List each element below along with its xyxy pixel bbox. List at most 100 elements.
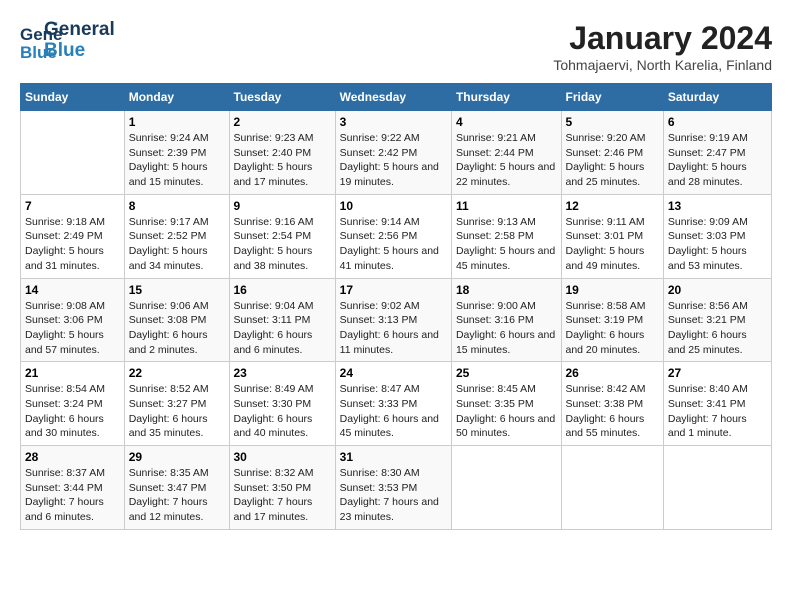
day-info: Sunrise: 9:17 AMSunset: 2:52 PMDaylight:… (129, 216, 209, 272)
calendar-week-row: 28 Sunrise: 8:37 AMSunset: 3:44 PMDayligh… (21, 446, 772, 530)
calendar-cell: 31 Sunrise: 8:30 AMSunset: 3:53 PMDayligh… (335, 446, 451, 530)
day-number: 4 (456, 115, 557, 129)
calendar-cell: 11 Sunrise: 9:13 AMSunset: 2:58 PMDayligh… (451, 194, 561, 278)
calendar-day-header: Saturday (663, 84, 771, 111)
calendar-body: 1 Sunrise: 9:24 AMSunset: 2:39 PMDaylight… (21, 111, 772, 530)
day-number: 8 (129, 199, 225, 213)
calendar-cell: 7Sunrise: 9:18 AMSunset: 2:49 PMDaylight… (21, 194, 125, 278)
calendar-cell: 13 Sunrise: 9:09 AMSunset: 3:03 PMDayligh… (663, 194, 771, 278)
calendar-cell: 25 Sunrise: 8:45 AMSunset: 3:35 PMDayligh… (451, 362, 561, 446)
calendar-cell: 17Sunrise: 9:02 AMSunset: 3:13 PMDayligh… (335, 278, 451, 362)
calendar-cell: 9 Sunrise: 9:16 AMSunset: 2:54 PMDaylight… (229, 194, 335, 278)
day-number: 13 (668, 199, 767, 213)
calendar-cell: 5 Sunrise: 9:20 AMSunset: 2:46 PMDaylight… (561, 111, 663, 195)
day-number: 22 (129, 366, 225, 380)
day-number: 31 (340, 450, 447, 464)
day-info: Sunrise: 8:37 AMSunset: 3:44 PMDaylight:… (25, 467, 105, 523)
day-info: Sunrise: 8:56 AMSunset: 3:21 PMDaylight:… (668, 300, 748, 356)
day-info: Sunrise: 9:19 AMSunset: 2:47 PMDaylight:… (668, 132, 748, 188)
day-number: 29 (129, 450, 225, 464)
day-number: 28 (25, 450, 120, 464)
day-number: 21 (25, 366, 120, 380)
day-info: Sunrise: 8:30 AMSunset: 3:53 PMDaylight:… (340, 467, 439, 523)
calendar-cell: 18Sunrise: 9:00 AMSunset: 3:16 PMDayligh… (451, 278, 561, 362)
day-info: Sunrise: 8:47 AMSunset: 3:33 PMDaylight:… (340, 383, 439, 439)
calendar-week-row: 21Sunrise: 8:54 AMSunset: 3:24 PMDayligh… (21, 362, 772, 446)
logo-general-text: General (44, 20, 115, 41)
day-number: 20 (668, 283, 767, 297)
calendar-cell: 12Sunrise: 9:11 AMSunset: 3:01 PMDayligh… (561, 194, 663, 278)
day-number: 19 (566, 283, 659, 297)
logo: General Blue General Blue (20, 20, 115, 62)
day-info: Sunrise: 9:09 AMSunset: 3:03 PMDaylight:… (668, 216, 748, 272)
page-title: January 2024 (553, 20, 772, 57)
calendar-cell: 10Sunrise: 9:14 AMSunset: 2:56 PMDayligh… (335, 194, 451, 278)
calendar-cell: 29 Sunrise: 8:35 AMSunset: 3:47 PMDayligh… (124, 446, 229, 530)
day-info: Sunrise: 8:49 AMSunset: 3:30 PMDaylight:… (234, 383, 314, 439)
day-number: 15 (129, 283, 225, 297)
day-number: 25 (456, 366, 557, 380)
day-number: 9 (234, 199, 331, 213)
day-info: Sunrise: 9:08 AMSunset: 3:06 PMDaylight:… (25, 300, 105, 356)
calendar-day-header: Tuesday (229, 84, 335, 111)
day-number: 14 (25, 283, 120, 297)
calendar-cell (561, 446, 663, 530)
calendar-day-header: Sunday (21, 84, 125, 111)
day-info: Sunrise: 9:00 AMSunset: 3:16 PMDaylight:… (456, 300, 555, 356)
day-info: Sunrise: 9:24 AMSunset: 2:39 PMDaylight:… (129, 132, 209, 188)
day-number: 3 (340, 115, 447, 129)
calendar-cell (451, 446, 561, 530)
day-info: Sunrise: 9:20 AMSunset: 2:46 PMDaylight:… (566, 132, 646, 188)
calendar-cell: 4 Sunrise: 9:21 AMSunset: 2:44 PMDaylight… (451, 111, 561, 195)
calendar-cell: 28 Sunrise: 8:37 AMSunset: 3:44 PMDayligh… (21, 446, 125, 530)
day-info: Sunrise: 9:02 AMSunset: 3:13 PMDaylight:… (340, 300, 439, 356)
day-info: Sunrise: 9:16 AMSunset: 2:54 PMDaylight:… (234, 216, 314, 272)
calendar-day-header: Thursday (451, 84, 561, 111)
day-info: Sunrise: 8:32 AMSunset: 3:50 PMDaylight:… (234, 467, 314, 523)
calendar-cell: 8 Sunrise: 9:17 AMSunset: 2:52 PMDaylight… (124, 194, 229, 278)
day-number: 1 (129, 115, 225, 129)
page-subtitle: Tohmajaervi, North Karelia, Finland (553, 57, 772, 73)
day-number: 6 (668, 115, 767, 129)
calendar-cell: 23Sunrise: 8:49 AMSunset: 3:30 PMDayligh… (229, 362, 335, 446)
calendar-cell: 20 Sunrise: 8:56 AMSunset: 3:21 PMDayligh… (663, 278, 771, 362)
day-info: Sunrise: 9:06 AMSunset: 3:08 PMDaylight:… (129, 300, 209, 356)
day-info: Sunrise: 8:52 AMSunset: 3:27 PMDaylight:… (129, 383, 209, 439)
calendar-cell (663, 446, 771, 530)
page-header: General Blue General Blue January 2024 T… (20, 20, 772, 73)
calendar-cell: 15 Sunrise: 9:06 AMSunset: 3:08 PMDayligh… (124, 278, 229, 362)
day-info: Sunrise: 9:22 AMSunset: 2:42 PMDaylight:… (340, 132, 439, 188)
calendar-week-row: 1 Sunrise: 9:24 AMSunset: 2:39 PMDaylight… (21, 111, 772, 195)
day-info: Sunrise: 8:58 AMSunset: 3:19 PMDaylight:… (566, 300, 646, 356)
calendar-header-row: SundayMondayTuesdayWednesdayThursdayFrid… (21, 84, 772, 111)
calendar-cell: 6 Sunrise: 9:19 AMSunset: 2:47 PMDaylight… (663, 111, 771, 195)
calendar-cell: 24 Sunrise: 8:47 AMSunset: 3:33 PMDayligh… (335, 362, 451, 446)
day-info: Sunrise: 9:13 AMSunset: 2:58 PMDaylight:… (456, 216, 555, 272)
day-info: Sunrise: 9:21 AMSunset: 2:44 PMDaylight:… (456, 132, 555, 188)
calendar-cell: 1 Sunrise: 9:24 AMSunset: 2:39 PMDaylight… (124, 111, 229, 195)
calendar-day-header: Wednesday (335, 84, 451, 111)
day-number: 2 (234, 115, 331, 129)
day-info: Sunrise: 9:23 AMSunset: 2:40 PMDaylight:… (234, 132, 314, 188)
day-info: Sunrise: 8:40 AMSunset: 3:41 PMDaylight:… (668, 383, 748, 439)
day-info: Sunrise: 8:45 AMSunset: 3:35 PMDaylight:… (456, 383, 555, 439)
calendar-week-row: 14 Sunrise: 9:08 AMSunset: 3:06 PMDayligh… (21, 278, 772, 362)
day-number: 24 (340, 366, 447, 380)
calendar-day-header: Monday (124, 84, 229, 111)
day-number: 16 (234, 283, 331, 297)
day-info: Sunrise: 9:04 AMSunset: 3:11 PMDaylight:… (234, 300, 314, 356)
day-number: 5 (566, 115, 659, 129)
day-number: 26 (566, 366, 659, 380)
day-number: 10 (340, 199, 447, 213)
calendar-cell: 2 Sunrise: 9:23 AMSunset: 2:40 PMDaylight… (229, 111, 335, 195)
day-info: Sunrise: 8:35 AMSunset: 3:47 PMDaylight:… (129, 467, 209, 523)
day-number: 11 (456, 199, 557, 213)
calendar-week-row: 7Sunrise: 9:18 AMSunset: 2:49 PMDaylight… (21, 194, 772, 278)
calendar-cell (21, 111, 125, 195)
calendar-cell: 27 Sunrise: 8:40 AMSunset: 3:41 PMDayligh… (663, 362, 771, 446)
day-number: 27 (668, 366, 767, 380)
calendar-cell: 3 Sunrise: 9:22 AMSunset: 2:42 PMDaylight… (335, 111, 451, 195)
day-info: Sunrise: 9:18 AMSunset: 2:49 PMDaylight:… (25, 216, 105, 272)
calendar-day-header: Friday (561, 84, 663, 111)
title-block: January 2024 Tohmajaervi, North Karelia,… (553, 20, 772, 73)
